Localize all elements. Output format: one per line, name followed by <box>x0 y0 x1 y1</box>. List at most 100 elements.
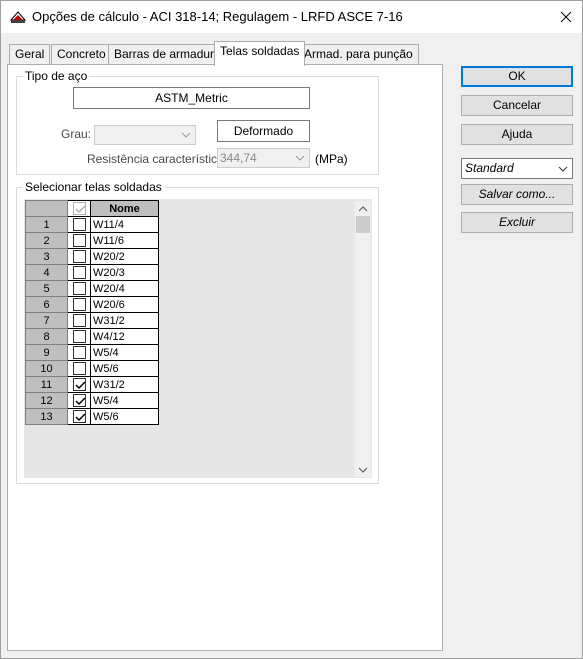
table-row[interactable]: 13 W5/6 <box>25 408 159 425</box>
delete-button[interactable]: Excluir <box>461 212 573 233</box>
row-number[interactable]: 8 <box>25 328 68 345</box>
tab-armad-para-puncao[interactable]: Armad. para punção <box>298 44 419 65</box>
strength-select[interactable]: 344,74 <box>217 148 310 168</box>
mesh-name-cell[interactable]: W20/2 <box>90 248 159 265</box>
row-checkbox[interactable] <box>72 362 86 375</box>
row-checkbox-cell[interactable] <box>67 280 91 297</box>
mesh-name-cell[interactable]: W20/3 <box>90 264 159 281</box>
row-checkbox[interactable] <box>72 250 86 263</box>
table-row[interactable]: 4 W20/3 <box>25 264 159 281</box>
ok-button[interactable]: OK <box>461 66 573 87</box>
row-checkbox-cell[interactable] <box>67 344 91 361</box>
app-icon <box>10 11 26 23</box>
table-row[interactable]: 8 W4/12 <box>25 328 159 345</box>
row-checkbox[interactable] <box>72 282 86 295</box>
corner-header[interactable] <box>25 200 68 217</box>
table-row[interactable]: 10 W5/6 <box>25 360 159 377</box>
row-number[interactable]: 4 <box>25 264 68 281</box>
row-number[interactable]: 11 <box>25 376 68 393</box>
row-checkbox[interactable] <box>72 314 86 327</box>
scroll-up-icon[interactable] <box>358 205 368 213</box>
mesh-name-cell[interactable]: W5/4 <box>90 344 159 361</box>
select-all-checkbox[interactable] <box>72 202 86 215</box>
table-row[interactable]: 12 W5/4 <box>25 392 159 409</box>
steel-type-field[interactable]: ASTM_Metric <box>73 87 310 109</box>
mesh-name-cell[interactable]: W11/4 <box>90 216 159 233</box>
name-column-header[interactable]: Nome <box>90 200 159 217</box>
row-checkbox-cell[interactable] <box>67 312 91 329</box>
mesh-selection-group-title: Selecionar telas soldadas <box>23 180 164 194</box>
tab-geral[interactable]: Geral <box>9 44 51 65</box>
preset-select[interactable]: Standard <box>461 158 573 179</box>
mesh-name-cell[interactable]: W5/4 <box>90 392 159 409</box>
row-number[interactable]: 10 <box>25 360 68 377</box>
window-title: Opções de cálculo - ACI 318-14; Regulage… <box>32 9 403 24</box>
grade-label: Grau: <box>61 127 92 141</box>
row-number[interactable]: 5 <box>25 280 68 297</box>
row-checkbox-cell[interactable] <box>67 376 91 393</box>
table-row[interactable]: 1 W11/4 <box>25 216 159 233</box>
preset-value: Standard <box>465 161 514 175</box>
row-checkbox-cell[interactable] <box>67 216 91 233</box>
mesh-name-cell[interactable]: W31/2 <box>90 312 159 329</box>
mesh-name-cell[interactable]: W4/12 <box>90 328 159 345</box>
row-checkbox[interactable] <box>72 218 86 231</box>
mesh-grid: Nome 1 W11/4 2 W11/6 3 W20/2 4 W20/3 5 W20/4 6 W20/… <box>24 199 372 478</box>
row-checkbox-cell[interactable] <box>67 408 91 425</box>
row-checkbox[interactable] <box>72 234 86 247</box>
mesh-name-cell[interactable]: W20/6 <box>90 296 159 313</box>
row-checkbox[interactable] <box>72 378 86 391</box>
row-number[interactable]: 7 <box>25 312 68 329</box>
row-checkbox-cell[interactable] <box>67 264 91 281</box>
mesh-name-cell[interactable]: W20/4 <box>90 280 159 297</box>
row-number[interactable]: 9 <box>25 344 68 361</box>
row-number[interactable]: 1 <box>25 216 68 233</box>
row-checkbox[interactable] <box>72 330 86 343</box>
chevron-down-icon <box>295 155 305 161</box>
table-row[interactable]: 7 W31/2 <box>25 312 159 329</box>
table-row[interactable]: 11 W31/2 <box>25 376 159 393</box>
row-checkbox-cell[interactable] <box>67 248 91 265</box>
row-number[interactable]: 2 <box>25 232 68 249</box>
row-number[interactable]: 3 <box>25 248 68 265</box>
table-row[interactable]: 3 W20/2 <box>25 248 159 265</box>
row-checkbox[interactable] <box>72 410 86 423</box>
row-checkbox[interactable] <box>72 394 86 407</box>
row-checkbox[interactable] <box>72 346 86 359</box>
row-checkbox-cell[interactable] <box>67 328 91 345</box>
check-icon <box>74 381 86 390</box>
table-row[interactable]: 6 W20/6 <box>25 296 159 313</box>
mesh-name-cell[interactable]: W11/6 <box>90 232 159 249</box>
row-number[interactable]: 13 <box>25 408 68 425</box>
row-checkbox-cell[interactable] <box>67 360 91 377</box>
deformed-button[interactable]: Deformado <box>217 120 310 142</box>
help-button[interactable]: Ajuda <box>461 124 573 145</box>
title-bar: Opções de cálculo - ACI 318-14; Regulage… <box>1 1 582 33</box>
table-row[interactable]: 2 W11/6 <box>25 232 159 249</box>
row-checkbox-cell[interactable] <box>67 296 91 313</box>
mesh-name-cell[interactable]: W31/2 <box>90 376 159 393</box>
select-all-header[interactable] <box>67 200 91 217</box>
dialog-window: Opções de cálculo - ACI 318-14; Regulage… <box>0 0 583 659</box>
save-as-button[interactable]: Salvar como... <box>461 184 573 205</box>
cancel-button[interactable]: Cancelar <box>461 95 573 116</box>
strength-label: Resistência característica <box>87 152 224 166</box>
tab-telas-soldadas[interactable]: Telas soldadas <box>214 41 306 66</box>
tab-concreto[interactable]: Concreto <box>51 44 112 65</box>
table-row[interactable]: 5 W20/4 <box>25 280 159 297</box>
vertical-scrollbar[interactable] <box>355 201 371 477</box>
row-number[interactable]: 12 <box>25 392 68 409</box>
scroll-down-icon[interactable] <box>358 466 368 474</box>
row-checkbox-cell[interactable] <box>67 232 91 249</box>
table-row[interactable]: 9 W5/4 <box>25 344 159 361</box>
row-checkbox[interactable] <box>72 298 86 311</box>
row-number[interactable]: 6 <box>25 296 68 313</box>
mesh-name-cell[interactable]: W5/6 <box>90 408 159 425</box>
close-icon[interactable] <box>555 6 577 28</box>
mesh-name-cell[interactable]: W5/6 <box>90 360 159 377</box>
scrollbar-thumb[interactable] <box>356 216 370 233</box>
row-checkbox-cell[interactable] <box>67 392 91 409</box>
grade-select[interactable] <box>94 125 196 145</box>
tab-barras-de-armadura[interactable]: Barras de armadura <box>108 44 227 65</box>
row-checkbox[interactable] <box>72 266 86 279</box>
